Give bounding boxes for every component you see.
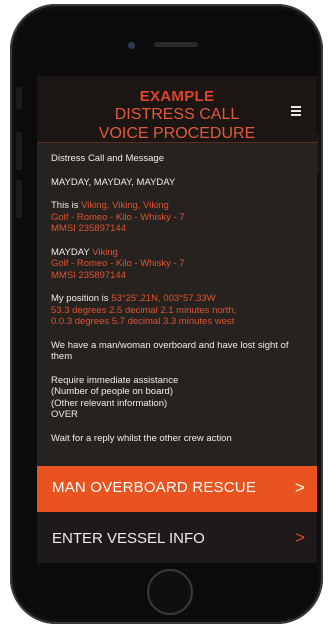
phone-frame: EXAMPLE DISTRESS CALL VOICE PROCEDURE Di… (10, 4, 323, 624)
position-block: My position is 53°25'.21N, 003°57.33W 53… (51, 293, 306, 328)
hamburger-menu-icon[interactable] (291, 106, 301, 118)
man-overboard-rescue-button[interactable]: MAN OVERBOARD RESCUE > (37, 466, 317, 512)
mmsi-number-2: MMSI 235897144 (51, 269, 126, 281)
position-spoken-north: 53.3 degrees 2.5 decimal 2.1 minutes nor… (51, 304, 237, 316)
mute-switch (16, 87, 22, 109)
phonetic-callsign: Golf - Romeo - Kilo - Whisky - 7 (51, 211, 185, 223)
situation-text: We have a man/woman overboard and have l… (51, 339, 289, 363)
front-camera (128, 42, 135, 49)
home-button[interactable] (147, 569, 193, 615)
position-coordinates: 53°25'.21N, 003°57.33W (111, 293, 216, 304)
vessel-name: Viking (92, 246, 118, 258)
page-subtitle-line2: VOICE PROCEDURE (98, 125, 256, 142)
assistance-line-1: Require immediate assistance (51, 374, 179, 386)
chevron-right-icon: > (295, 528, 305, 547)
assistance-line-3: (Other relevant information) (51, 397, 168, 409)
procedure-heading: Distress Call and Message (51, 153, 164, 164)
this-is-prefix: This is (51, 200, 79, 211)
chevron-right-icon: > (294, 478, 305, 497)
rescue-button-label: MAN OVERBOARD RESCUE (52, 479, 257, 496)
mayday-vessel-block: MAYDAY Viking Golf - Romeo - Kilo - Whis… (51, 247, 306, 282)
position-spoken-west: 0.0.3 degrees 5.7 decimal 3.3 minutes we… (51, 316, 235, 327)
mmsi-number: MMSI 235897144 (51, 223, 126, 234)
earpiece-speaker (154, 42, 198, 47)
vessel-button-label: ENTER VESSEL INFO (52, 530, 205, 547)
mayday-prefix: MAYDAY (51, 246, 90, 258)
app-header: EXAMPLE DISTRESS CALL VOICE PROCEDURE (37, 76, 317, 143)
wait-instruction: Wait for a reply whilst the other crew a… (51, 432, 232, 444)
page-subtitle-line1: DISTRESS CALL (114, 106, 240, 123)
app-screen: EXAMPLE DISTRESS CALL VOICE PROCEDURE Di… (37, 76, 317, 563)
volume-up-button (16, 132, 22, 170)
phonetic-callsign-2: Golf - Romeo - Kilo - Whisky - 7 (51, 258, 185, 269)
volume-down-button (16, 180, 22, 218)
mayday-line: MAYDAY, MAYDAY, MAYDAY (51, 176, 176, 188)
position-prefix: My position is (51, 293, 109, 304)
assistance-line-4: OVER (51, 409, 78, 420)
this-is-block: This is Viking, Viking, Viking Golf - Ro… (51, 200, 306, 235)
enter-vessel-info-button[interactable]: ENTER VESSEL INFO > (37, 512, 317, 563)
assistance-line-2: (Number of people on board) (51, 386, 173, 397)
page-title: EXAMPLE (139, 88, 215, 105)
procedure-text: Distress Call and Message MAYDAY, MAYDAY… (51, 153, 306, 463)
assistance-block: Require immediate assistance (Number of … (51, 375, 306, 421)
vessel-name-repeated: Viking, Viking, Viking (81, 200, 169, 211)
